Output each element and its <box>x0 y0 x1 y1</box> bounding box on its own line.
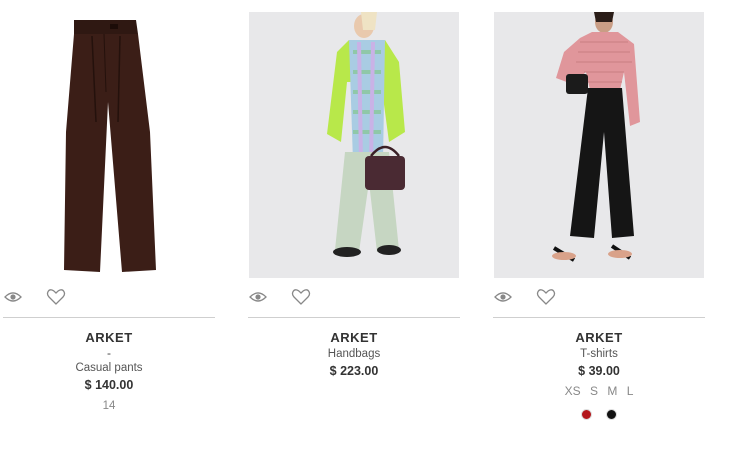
product-image[interactable] <box>494 12 704 278</box>
heart-icon[interactable] <box>536 287 556 307</box>
product-dash: - <box>107 346 111 360</box>
product-brand[interactable]: ARKET <box>248 330 460 346</box>
card-actions <box>493 286 705 308</box>
product-category: Casual pants <box>75 362 143 374</box>
brown-trousers-image <box>64 20 156 272</box>
size-option-l[interactable]: L <box>627 382 634 400</box>
model-green-sweater-image <box>249 12 459 278</box>
card-actions <box>3 286 215 308</box>
divider <box>3 317 215 318</box>
product-category: Handbags <box>327 348 381 360</box>
model-pink-top-image <box>494 12 704 278</box>
product-info: ARKET T-shirts $ 39.00 XS S M L <box>493 330 705 420</box>
heart-icon[interactable] <box>46 287 66 307</box>
product-grid: ARKET - Casual pants $ 140.00 14 ARKET H… <box>0 0 730 453</box>
size-option-m[interactable]: M <box>607 382 617 400</box>
heart-icon[interactable] <box>291 287 311 307</box>
color-swatches <box>493 405 705 420</box>
color-swatch-black[interactable] <box>605 409 617 420</box>
eye-icon[interactable] <box>4 289 22 305</box>
product-image[interactable] <box>249 12 459 278</box>
product-count: 14 <box>102 400 116 412</box>
card-actions <box>248 286 460 308</box>
color-swatch-red[interactable] <box>581 409 593 420</box>
size-option-s[interactable]: S <box>590 382 598 400</box>
size-options: XS S M L <box>493 382 705 400</box>
product-brand[interactable]: ARKET <box>3 330 215 346</box>
product-info: ARKET Handbags $ 223.00 <box>248 330 460 380</box>
product-brand[interactable]: ARKET <box>493 330 705 346</box>
product-price: $ 223.00 <box>329 364 379 378</box>
size-option-xs[interactable]: XS <box>565 382 581 400</box>
eye-icon[interactable] <box>494 289 512 305</box>
divider <box>493 317 705 318</box>
product-category: T-shirts <box>580 348 618 360</box>
product-image[interactable] <box>4 12 214 278</box>
divider <box>248 317 460 318</box>
product-price: $ 39.00 <box>578 364 620 378</box>
eye-icon[interactable] <box>249 289 267 305</box>
product-price: $ 140.00 <box>84 378 134 392</box>
product-info: ARKET - Casual pants $ 140.00 14 <box>3 330 215 416</box>
